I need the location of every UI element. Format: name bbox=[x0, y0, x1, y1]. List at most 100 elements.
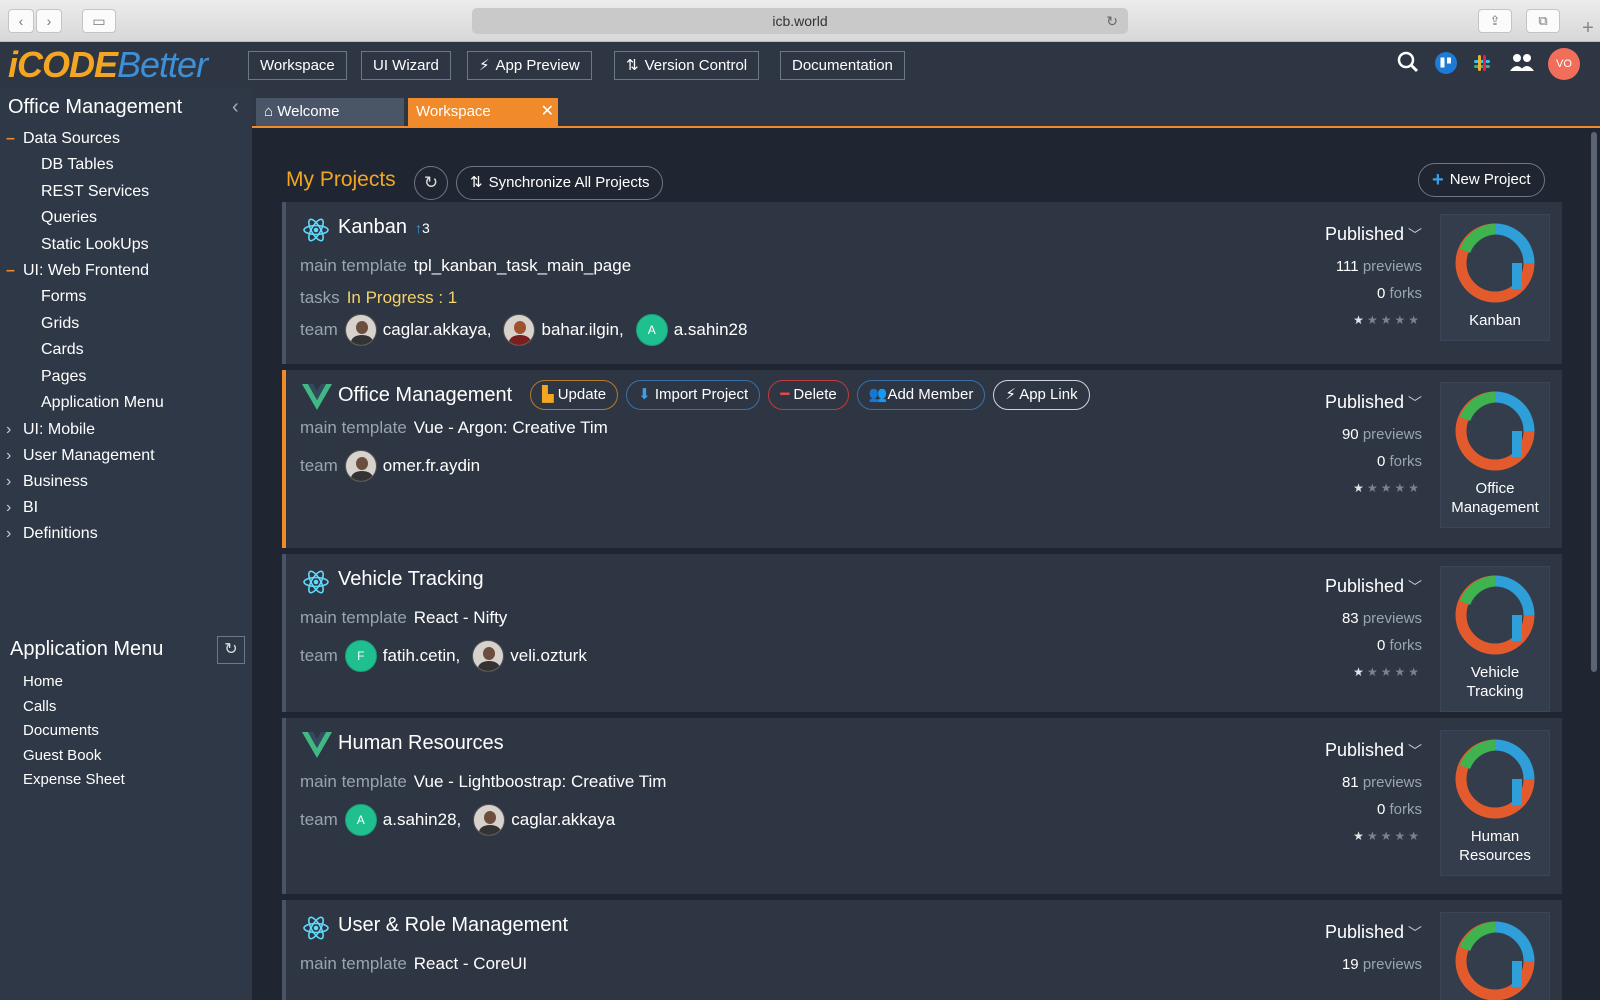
forward-icon[interactable]: › bbox=[36, 9, 62, 33]
project-thumbnail[interactable]: Vehicle Tracking bbox=[1440, 566, 1550, 712]
menu-app-preview-button[interactable]: ⚡ App Preview bbox=[467, 51, 592, 80]
star-icon[interactable]: ★ bbox=[1367, 481, 1381, 495]
close-icon[interactable]: ✕ bbox=[541, 98, 554, 126]
star-icon[interactable]: ★ bbox=[1394, 481, 1408, 495]
project-thumbnail[interactable]: Office Management bbox=[1440, 382, 1550, 528]
project-thumbnail[interactable] bbox=[1440, 912, 1550, 1000]
project-card[interactable]: Vehicle Tracking main template React - Nif… bbox=[282, 554, 1562, 712]
tree-item[interactable]: REST Services bbox=[0, 179, 252, 206]
address-bar[interactable]: icb.world ↻ bbox=[472, 8, 1128, 34]
star-icon[interactable]: ★ bbox=[1367, 665, 1381, 679]
menu-workspace-button[interactable]: Workspace bbox=[248, 51, 347, 80]
tree-group[interactable]: › User Management bbox=[0, 443, 252, 469]
rating-stars[interactable]: ★★★★★ bbox=[1272, 829, 1422, 843]
trello-icon[interactable] bbox=[1432, 51, 1460, 79]
tree-item[interactable]: Static LookUps bbox=[0, 232, 252, 259]
menu-documentation-button[interactable]: Documentation bbox=[780, 51, 905, 80]
new-project-button[interactable]: + New Project bbox=[1418, 163, 1545, 197]
tree-item[interactable]: DB Tables bbox=[0, 152, 252, 179]
tree-item[interactable]: Queries bbox=[0, 205, 252, 232]
tree-group[interactable]: – UI: Web Frontend bbox=[0, 258, 252, 284]
app-menu-item[interactable]: Home bbox=[23, 670, 125, 695]
project-thumbnail[interactable]: Human Resources bbox=[1440, 730, 1550, 876]
star-icon[interactable]: ★ bbox=[1394, 313, 1408, 327]
logo[interactable]: iCODEBetter bbox=[8, 46, 208, 84]
tree-item[interactable]: Cards bbox=[0, 337, 252, 364]
tree-group[interactable]: – Data Sources bbox=[0, 126, 252, 152]
star-icon[interactable]: ★ bbox=[1353, 481, 1367, 495]
status-dropdown[interactable]: Published ﹀ bbox=[1272, 922, 1422, 943]
share-icon[interactable]: ⇪ bbox=[1478, 9, 1512, 33]
team-member[interactable]: omer.fr.aydin bbox=[344, 450, 480, 482]
search-icon[interactable] bbox=[1394, 51, 1422, 79]
task-status[interactable]: In Progress bbox=[347, 288, 434, 308]
status-dropdown[interactable]: Published ﹀ bbox=[1272, 392, 1422, 413]
project-name[interactable]: Office Management bbox=[338, 384, 512, 407]
scrollbar[interactable] bbox=[1588, 130, 1600, 1000]
tree-item[interactable]: Forms bbox=[0, 284, 252, 311]
back-icon[interactable]: ‹ bbox=[8, 9, 34, 33]
tree-group[interactable]: › BI bbox=[0, 495, 252, 521]
status-dropdown[interactable]: Published ﹀ bbox=[1272, 740, 1422, 761]
app-menu-item[interactable]: Calls bbox=[23, 695, 125, 720]
star-icon[interactable]: ★ bbox=[1367, 829, 1381, 843]
star-icon[interactable]: ★ bbox=[1408, 665, 1422, 679]
star-icon[interactable]: ★ bbox=[1394, 665, 1408, 679]
team-icon[interactable] bbox=[1508, 51, 1536, 79]
project-name[interactable]: Vehicle Tracking bbox=[338, 568, 484, 591]
team-member[interactable]: caglar.akkaya, bbox=[344, 314, 491, 346]
tree-group[interactable]: › UI: Mobile bbox=[0, 417, 252, 443]
rating-stars[interactable]: ★★★★★ bbox=[1272, 665, 1422, 679]
project-card[interactable]: Human Resources main template Vue - Lightb… bbox=[282, 718, 1562, 894]
star-icon[interactable]: ★ bbox=[1394, 829, 1408, 843]
star-icon[interactable]: ★ bbox=[1381, 313, 1395, 327]
project-name[interactable]: Human Resources bbox=[338, 732, 504, 755]
app-menu-item[interactable]: Guest Book bbox=[23, 744, 125, 769]
team-member[interactable]: caglar.akkaya bbox=[473, 804, 615, 836]
tree-item[interactable]: Grids bbox=[0, 311, 252, 338]
status-dropdown[interactable]: Published ﹀ bbox=[1272, 224, 1422, 245]
user-avatar[interactable]: VO bbox=[1548, 48, 1580, 80]
sidebar-toggle-icon[interactable]: ▭ bbox=[82, 9, 116, 33]
tree-group[interactable]: › Definitions bbox=[0, 521, 252, 547]
star-icon[interactable]: ★ bbox=[1381, 829, 1395, 843]
menu-version-control-button[interactable]: ⇅ Version Control bbox=[614, 51, 760, 80]
rating-stars[interactable]: ★★★★★ bbox=[1272, 313, 1422, 327]
status-dropdown[interactable]: Published ﹀ bbox=[1272, 576, 1422, 597]
collapse-sidebar-icon[interactable]: ‹ bbox=[232, 96, 239, 119]
menu-ui-wizard-button[interactable]: UI Wizard bbox=[361, 51, 451, 80]
project-card[interactable]: Kanban ↑3 main template tpl_kanban_task_mai… bbox=[282, 202, 1562, 364]
star-icon[interactable]: ★ bbox=[1381, 665, 1395, 679]
app-menu-item[interactable]: Expense Sheet bbox=[23, 768, 125, 793]
star-icon[interactable]: ★ bbox=[1367, 313, 1381, 327]
project-name[interactable]: Kanban ↑3 bbox=[338, 216, 430, 239]
project-card[interactable]: Office Management ▙ Update ⬇ Import Projec… bbox=[282, 370, 1562, 548]
star-icon[interactable]: ★ bbox=[1353, 829, 1367, 843]
star-icon[interactable]: ★ bbox=[1353, 665, 1367, 679]
star-icon[interactable]: ★ bbox=[1408, 481, 1422, 495]
slack-icon[interactable] bbox=[1468, 51, 1496, 79]
team-member[interactable]: Aa.sahin28, bbox=[344, 804, 461, 836]
star-icon[interactable]: ★ bbox=[1408, 829, 1422, 843]
team-member[interactable]: bahar.ilgin, bbox=[503, 314, 624, 346]
rating-stars[interactable]: ★★★★★ bbox=[1272, 481, 1422, 495]
tree-item[interactable]: Application Menu bbox=[0, 390, 252, 417]
tree-item[interactable]: Pages bbox=[0, 364, 252, 391]
star-icon[interactable]: ★ bbox=[1408, 313, 1422, 327]
tab-welcome[interactable]: ⌂ Welcome bbox=[256, 98, 404, 126]
import-button[interactable]: ⬇ Import Project bbox=[626, 380, 761, 410]
team-member[interactable]: Ffatih.cetin, bbox=[344, 640, 460, 672]
project-card[interactable]: User & Role Management main template React… bbox=[282, 900, 1562, 1000]
refresh-icon[interactable]: ↻ bbox=[217, 636, 245, 664]
member-button[interactable]: 👥 Add Member bbox=[856, 380, 986, 410]
refresh-projects-button[interactable]: ↻ bbox=[414, 166, 448, 200]
reload-icon[interactable]: ↻ bbox=[1106, 8, 1118, 34]
update-button[interactable]: ▙ Update bbox=[530, 380, 619, 410]
applink-button[interactable]: ⚡ App Link bbox=[993, 380, 1090, 410]
sync-all-button[interactable]: ⇅ Synchronize All Projects bbox=[456, 166, 664, 200]
tree-group[interactable]: › Business bbox=[0, 469, 252, 495]
delete-button[interactable]: ━ Delete bbox=[768, 380, 849, 410]
project-name[interactable]: User & Role Management bbox=[338, 914, 568, 937]
new-tab-icon[interactable]: + bbox=[1576, 14, 1600, 42]
tabs-overview-icon[interactable]: ⧉ bbox=[1526, 9, 1560, 33]
